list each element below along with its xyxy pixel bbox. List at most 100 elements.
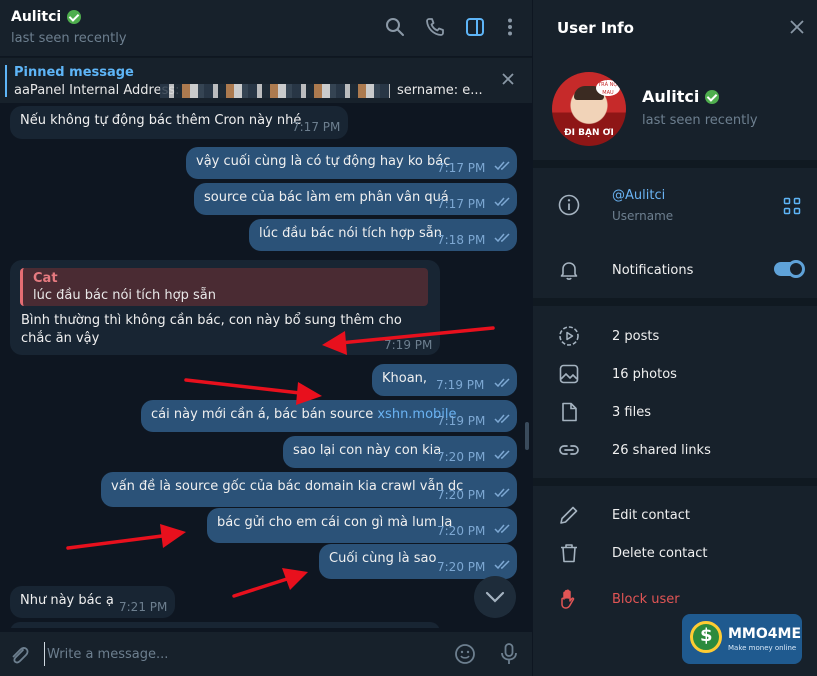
chat-title-text: Aulitci bbox=[11, 9, 62, 25]
message-list[interactable]: Nếu không tự động bác thêm Cron này nhé … bbox=[0, 104, 532, 628]
posts-icon bbox=[559, 326, 579, 346]
message-text: source của bác làm em phân vân quá bbox=[204, 190, 449, 205]
message-time: 7:19 PM bbox=[436, 378, 485, 392]
info-icon bbox=[558, 194, 580, 216]
message-text: sao lại con này con kia bbox=[293, 443, 442, 458]
chat-header[interactable]: Aulitci last seen recently bbox=[0, 0, 532, 56]
message-text: bác gửi cho em cái con gì mà lum la bbox=[217, 515, 453, 530]
reply-author: Cat bbox=[33, 271, 58, 286]
message-outgoing[interactable]: source của bác làm em phân vân quá 7:17 … bbox=[194, 183, 517, 215]
chat-status: last seen recently bbox=[11, 31, 127, 46]
posts-count: 2 posts bbox=[612, 329, 660, 344]
photos-count: 16 photos bbox=[612, 367, 677, 382]
message-text: cái này mới cần á, bác bán source bbox=[151, 407, 378, 422]
message-time: 7:17 PM bbox=[292, 120, 341, 134]
notifications-label: Notifications bbox=[612, 263, 694, 278]
block-hand-icon bbox=[561, 589, 575, 609]
notifications-toggle[interactable] bbox=[774, 260, 805, 278]
message-outgoing[interactable]: sao lại con này con kia 7:20 PM bbox=[283, 436, 517, 468]
more-menu-icon[interactable] bbox=[499, 16, 521, 38]
verified-icon bbox=[67, 10, 82, 24]
chat-title[interactable]: Aulitci bbox=[11, 9, 82, 25]
avatar-speech-bubble: TRẢ NỢ MAU bbox=[596, 80, 620, 96]
message-text: vậy cuối cùng là có tự động hay ko bác bbox=[196, 154, 451, 169]
message-outgoing[interactable]: vấn đề là source gốc của bác domain kia … bbox=[101, 472, 517, 507]
message-incoming-partial[interactable] bbox=[10, 622, 440, 628]
pinned-message-text: aaPanel Internal Address: bbox=[14, 83, 180, 98]
close-icon[interactable] bbox=[790, 20, 804, 34]
message-text: lúc đầu bác nói tích hợp sẵn bbox=[259, 226, 442, 241]
pixelated-redaction bbox=[160, 84, 390, 98]
message-outgoing[interactable]: vậy cuối cùng là có tự động hay ko bác 7… bbox=[186, 147, 517, 179]
block-user-label: Block user bbox=[612, 592, 680, 607]
read-receipt-icon bbox=[494, 197, 510, 207]
read-receipt-icon bbox=[494, 233, 510, 243]
dollar-coin-icon bbox=[690, 621, 722, 653]
read-receipt-icon bbox=[494, 414, 510, 424]
phone-call-icon[interactable] bbox=[424, 16, 446, 38]
username-value[interactable]: @Aulitci bbox=[612, 188, 665, 203]
pencil-icon bbox=[560, 506, 578, 524]
sidebar-toggle-icon[interactable] bbox=[464, 16, 486, 38]
message-text: Bình thường thì không cần bác, con này b… bbox=[21, 313, 402, 346]
microphone-icon[interactable] bbox=[498, 642, 520, 666]
user-info-title: User Info bbox=[557, 19, 634, 37]
read-receipt-icon bbox=[494, 378, 510, 388]
message-time: 7:20 PM bbox=[437, 524, 486, 538]
message-outgoing[interactable]: Khoan, 7:19 PM bbox=[372, 364, 517, 396]
message-text: Cuối cùng là sao bbox=[329, 551, 437, 566]
section-divider bbox=[533, 160, 817, 168]
scroll-to-bottom-button[interactable] bbox=[474, 576, 516, 618]
message-incoming[interactable]: Nếu không tự động bác thêm Cron này nhé … bbox=[10, 106, 348, 139]
message-time: 7:17 PM bbox=[437, 161, 486, 175]
avatar[interactable]: TRẢ NỢ MAU ĐI BẠN ƠI bbox=[552, 72, 626, 146]
message-time: 7:20 PM bbox=[437, 560, 486, 574]
pinned-message-label: Pinned message bbox=[14, 65, 134, 80]
reply-text: lúc đầu bác nói tích hợp sẵn bbox=[33, 288, 216, 303]
message-time: 7:17 PM bbox=[437, 197, 486, 211]
read-receipt-icon bbox=[494, 161, 510, 171]
search-icon[interactable] bbox=[384, 16, 406, 38]
watermark-subtitle: Make money online bbox=[728, 644, 797, 652]
link-icon bbox=[559, 445, 579, 455]
message-text: Như này bác ạ bbox=[20, 593, 114, 608]
username-label: Username bbox=[612, 209, 674, 223]
message-outgoing[interactable]: bác gửi cho em cái con gì mà lum la 7:20… bbox=[207, 508, 517, 543]
verified-icon bbox=[705, 89, 720, 104]
message-incoming-with-reply[interactable]: Cat lúc đầu bác nói tích hợp sẵn Bình th… bbox=[10, 260, 440, 355]
read-receipt-icon bbox=[494, 560, 510, 570]
message-time: 7:21 PM bbox=[119, 600, 168, 614]
pinned-message-bar[interactable]: Pinned message aaPanel Internal Address:… bbox=[0, 57, 532, 103]
emoji-icon[interactable] bbox=[454, 643, 476, 665]
attach-icon[interactable] bbox=[8, 644, 30, 666]
message-outgoing[interactable]: lúc đầu bác nói tích hợp sẵn 7:18 PM bbox=[249, 219, 517, 251]
profile-status: last seen recently bbox=[642, 113, 758, 128]
profile-name: Aulitci bbox=[642, 87, 720, 106]
message-time: 7:18 PM bbox=[437, 233, 486, 247]
qr-code-icon[interactable] bbox=[783, 197, 801, 215]
read-receipt-icon bbox=[494, 450, 510, 460]
message-composer bbox=[0, 632, 532, 676]
message-outgoing[interactable]: cái này mới cần á, bác bán source xshn.m… bbox=[141, 400, 517, 432]
user-info-panel: User Info TRẢ NỢ MAU ĐI BẠN ƠI Aulitci l… bbox=[533, 0, 817, 676]
delete-contact-label: Delete contact bbox=[612, 546, 708, 561]
trash-icon bbox=[561, 544, 577, 563]
mmo4me-watermark: MMO4ME Make money online bbox=[682, 614, 802, 664]
section-divider bbox=[533, 298, 817, 306]
scrollbar-thumb[interactable] bbox=[525, 422, 529, 450]
close-pinned-icon[interactable] bbox=[500, 71, 516, 87]
photos-icon bbox=[559, 364, 579, 384]
message-time: 7:20 PM bbox=[437, 450, 486, 464]
links-count: 26 shared links bbox=[612, 443, 711, 458]
message-time: 7:19 PM bbox=[437, 414, 486, 428]
message-outgoing[interactable]: Cuối cùng là sao 7:20 PM bbox=[319, 544, 517, 579]
bell-icon bbox=[560, 262, 578, 280]
message-text: Nếu không tự động bác thêm Cron này nhé bbox=[20, 113, 302, 128]
chat-panel: Aulitci last seen recently Pinned messag… bbox=[0, 0, 532, 676]
message-input[interactable] bbox=[44, 642, 424, 666]
avatar-caption: ĐI BẠN ƠI bbox=[564, 128, 614, 138]
message-incoming[interactable]: Như này bác ạ 7:21 PM bbox=[10, 586, 175, 618]
reply-quote[interactable]: Cat lúc đầu bác nói tích hợp sẵn bbox=[20, 268, 428, 306]
message-text: Khoan, bbox=[382, 371, 428, 386]
message-time: 7:19 PM bbox=[384, 338, 433, 352]
